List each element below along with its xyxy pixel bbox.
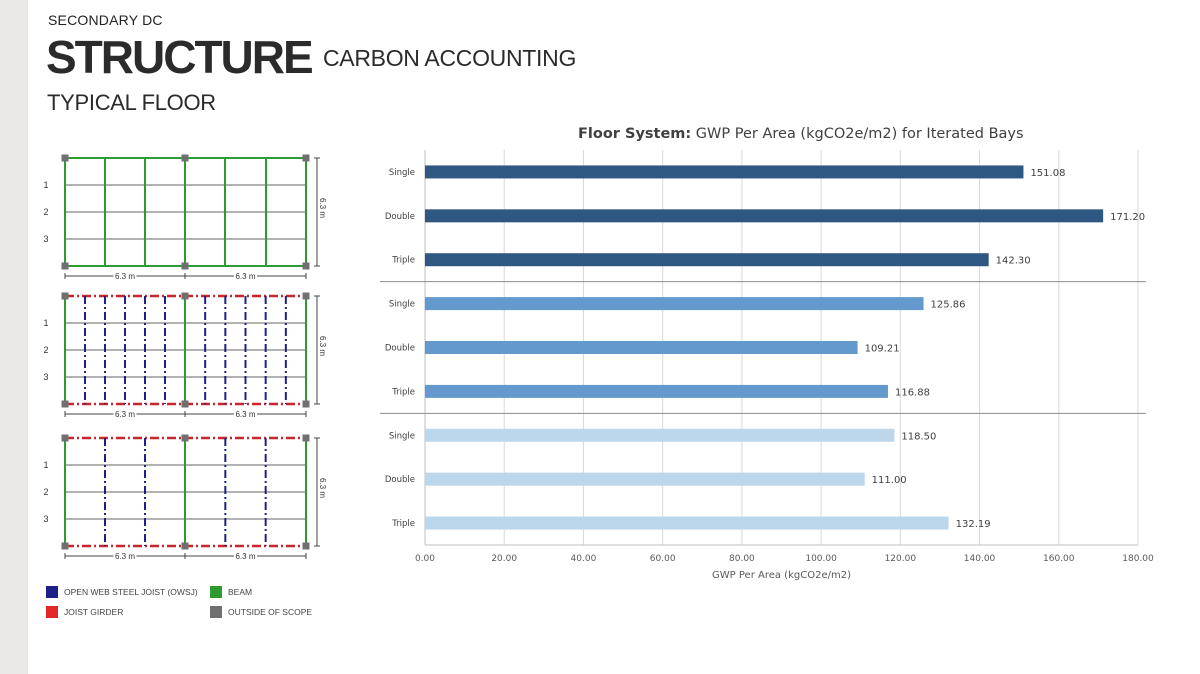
legend-owsj-label: OPEN WEB STEEL JOIST (OWSJ) (64, 587, 198, 597)
chart-title-rest: GWP Per Area (kgCO2e/m2) for Iterated Ba… (691, 126, 1024, 142)
legend-outside-scope: OUTSIDE OF SCOPE (210, 606, 312, 618)
legend-beam-swatch (210, 586, 222, 598)
row-label: 2 (43, 345, 48, 355)
column-marker (61, 154, 69, 162)
x-tick-label: 0.00 (415, 554, 435, 564)
legend-joist-girder: JOIST GIRDER (46, 606, 123, 618)
floor-plan-1: 1 2 3 6.3 m 6.3 m 6.3 m (43, 154, 329, 283)
bar-double (425, 472, 865, 486)
x-tick-label: 20.00 (491, 554, 517, 564)
data-label: 125.86 (931, 300, 966, 311)
legend-outside-scope-swatch (210, 606, 222, 618)
bar-double (425, 209, 1104, 223)
row-label: 2 (43, 487, 48, 497)
column-marker (61, 400, 69, 408)
column-marker (302, 542, 310, 550)
row-label: 3 (43, 234, 48, 244)
bar-triple (425, 516, 949, 530)
data-label: 111.00 (872, 475, 907, 486)
span-label: 6.3 m (235, 552, 255, 561)
row-label: 1 (43, 460, 48, 470)
bar-triple (425, 253, 989, 267)
column-marker (61, 434, 69, 442)
depth-label: 6.3 m (318, 336, 327, 356)
column-marker (181, 292, 189, 300)
bar-triple (425, 384, 888, 398)
bar-single (425, 297, 924, 311)
legend-owsj: OPEN WEB STEEL JOIST (OWSJ) (46, 586, 198, 598)
data-label: 109.21 (865, 344, 900, 355)
legend-beam-label: BEAM (228, 587, 253, 597)
bar-single (425, 428, 895, 442)
x-tick-label: 100.00 (805, 554, 837, 564)
x-tick-label: 60.00 (650, 554, 676, 564)
floor-plans: 1 2 3 6.3 m 6.3 m 6.3 m 1 2 3 6.3 m 6.3 m 6.3 m 1 2 3 6… (43, 154, 329, 563)
x-axis-title: GWP Per Area (kgCO2e/m2) (712, 570, 851, 581)
data-label: 116.88 (895, 387, 930, 398)
floor-plan-2: 1 2 3 6.3 m 6.3 m 6.3 m (43, 292, 329, 421)
chart-title: Floor System: GWP Per Area (kgCO2e/m2) f… (578, 126, 1024, 142)
category-label: Double (385, 344, 415, 354)
column-marker (302, 154, 310, 162)
span-label: 6.3 m (235, 272, 255, 281)
chart-title-bold: Floor System: (578, 126, 692, 142)
x-tick-label: 140.00 (964, 554, 996, 564)
x-tick-label: 120.00 (885, 554, 917, 564)
x-tick-label: 80.00 (729, 554, 755, 564)
column-marker (181, 434, 189, 442)
category-label: Single (389, 300, 415, 310)
data-label: 118.50 (901, 431, 936, 442)
category-label: Double (385, 212, 415, 222)
column-marker (61, 292, 69, 300)
row-label: 3 (43, 372, 48, 382)
column-marker (61, 262, 69, 270)
row-label: 1 (43, 180, 48, 190)
category-label: Single (389, 431, 415, 441)
legend-joist-girder-swatch (46, 606, 58, 618)
bar-double (425, 341, 858, 354)
data-label: 151.08 (1030, 168, 1065, 179)
data-label: 171.20 (1110, 212, 1145, 223)
column-marker (302, 262, 310, 270)
column-marker (61, 542, 69, 550)
column-marker (181, 542, 189, 550)
category-label: Single (389, 168, 415, 178)
data-label: 142.30 (996, 256, 1031, 267)
depth-label: 6.3 m (318, 198, 327, 218)
depth-label: 6.3 m (318, 478, 327, 498)
column-marker (302, 400, 310, 408)
category-label: Triple (391, 387, 415, 397)
category-label: Triple (391, 519, 415, 529)
category-label: Triple (391, 256, 415, 266)
row-label: 1 (43, 318, 48, 328)
x-tick-label: 40.00 (571, 554, 597, 564)
legend-outside-scope-label: OUTSIDE OF SCOPE (228, 607, 313, 617)
bar-chart: 0.00 20.00 40.00 60.00 80.00 100.00 120.00 140.… (380, 150, 1154, 581)
row-label: 3 (43, 514, 48, 524)
span-label: 6.3 m (115, 272, 135, 281)
legend-beam: BEAM (210, 586, 252, 598)
column-marker (181, 262, 189, 270)
span-label: 6.3 m (115, 410, 135, 419)
column-marker (302, 434, 310, 442)
legend-owsj-swatch (46, 586, 58, 598)
data-label: 132.19 (956, 519, 991, 530)
column-marker (302, 292, 310, 300)
row-label: 2 (43, 207, 48, 217)
category-label: Double (385, 475, 415, 485)
floor-plan-3: 1 2 3 6.3 m 6.3 m 6.3 m (43, 434, 329, 563)
x-tick-label: 180.00 (1122, 554, 1154, 564)
x-tick-label: 160.00 (1043, 554, 1075, 564)
column-marker (181, 154, 189, 162)
legend-joist-girder-label: JOIST GIRDER (64, 607, 124, 617)
span-label: 6.3 m (235, 410, 255, 419)
column-marker (181, 400, 189, 408)
span-label: 6.3 m (115, 552, 135, 561)
bar-single (425, 165, 1024, 179)
